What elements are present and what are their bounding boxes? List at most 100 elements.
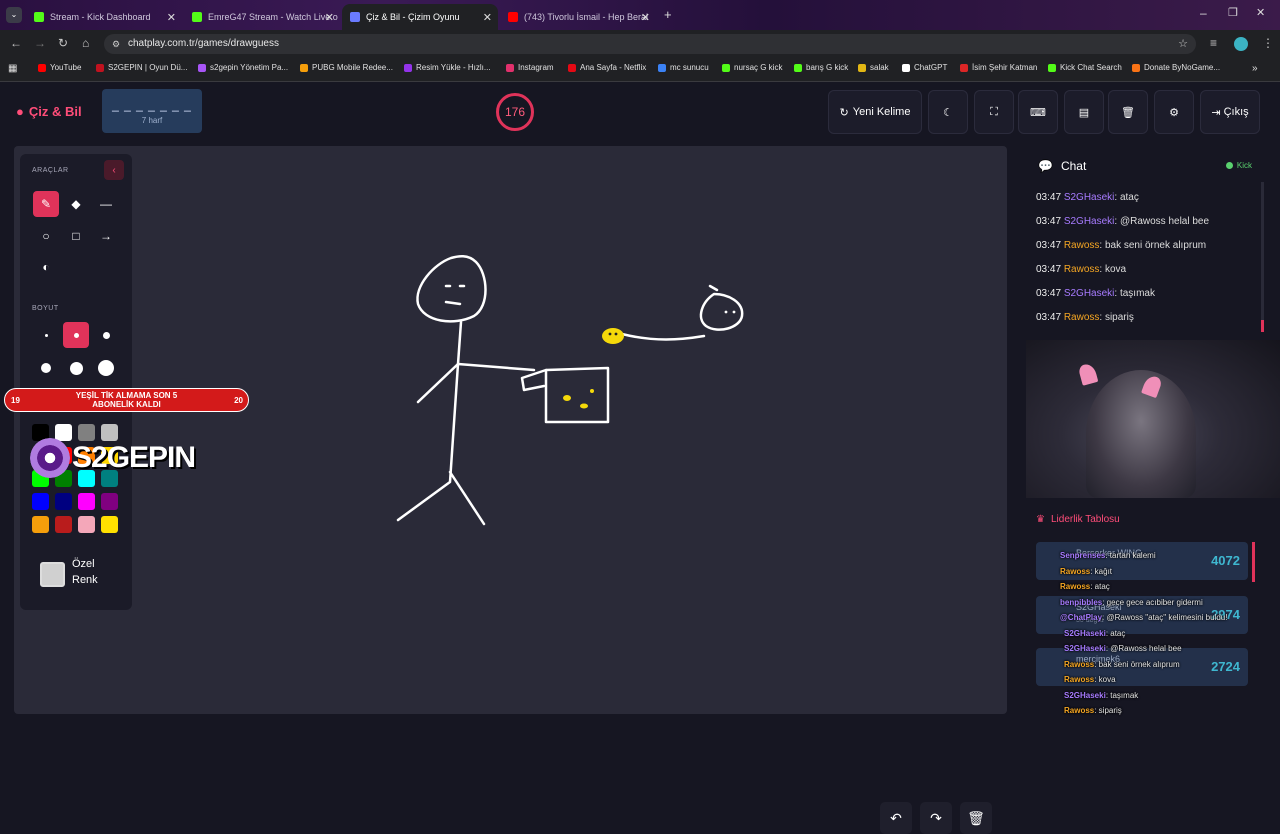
subscriber-goal-banner: 19 YEŞİL TİK ALMAMA SON 5 ABONELİK KALDI… (4, 388, 249, 412)
eraser-tool[interactable]: ◆ (63, 191, 89, 217)
minimize-icon[interactable]: – (1200, 6, 1207, 20)
clear-button[interactable]: 🗑 (1108, 90, 1148, 134)
tab-search-icon[interactable]: ⌄ (6, 7, 22, 23)
collapse-panel-button[interactable]: ‹ (104, 160, 124, 180)
extensions-icon[interactable]: ≡ (1210, 36, 1217, 50)
bookmark-item[interactable]: Resim Yükle - Hızlı... (404, 63, 491, 72)
url-text: chatplay.com.tr/games/drawguess (128, 38, 279, 49)
bookmark-item[interactable]: İsim Şehir Katman (960, 63, 1037, 72)
bookmark-item[interactable]: PUBG Mobile Redee... (300, 63, 393, 72)
new-tab-button[interactable]: + (664, 7, 672, 22)
color-swatch[interactable] (55, 516, 72, 533)
fullscreen-button[interactable]: ⛶ (974, 90, 1014, 134)
reload-icon[interactable]: ↻ (58, 36, 68, 50)
color-swatch[interactable] (32, 516, 49, 533)
size-xl[interactable] (63, 355, 89, 381)
streamer-logo-text: S2GEPIN (72, 441, 196, 474)
size-s[interactable] (63, 322, 89, 348)
apps-icon[interactable]: ▦ (8, 63, 17, 74)
color-swatch[interactable] (101, 493, 118, 510)
tab-youtube[interactable]: (743) Tivorlu İsmail - Hep Beral ✕ (500, 4, 656, 30)
leaderboard-scrollbar[interactable] (1252, 542, 1255, 582)
bookmark-item[interactable]: Instagram (506, 63, 554, 72)
redo-button[interactable]: ↷ (920, 802, 952, 834)
keyboard-button[interactable]: ⌨ (1018, 90, 1058, 134)
overlay-text: : bak seni örnek alıprum (1094, 659, 1180, 669)
new-word-button[interactable]: ↻ Yeni Kelime (828, 90, 922, 134)
eye-logo-icon (30, 438, 70, 478)
bookmark-item[interactable]: salak (858, 63, 889, 72)
url-input[interactable]: ⚙ chatplay.com.tr/games/drawguess ☆ (104, 34, 1196, 54)
profile-avatar[interactable] (1234, 37, 1248, 51)
bookmark-item[interactable]: s2gepin Yönetim Pa... (198, 63, 288, 72)
tab-kick-stream[interactable]: EmreG47 Stream - Watch Live o ✕ (184, 4, 340, 30)
color-swatch[interactable] (32, 493, 49, 510)
message-user[interactable]: Rawoss (1064, 264, 1100, 275)
bookmark-item[interactable]: S2GEPIN | Oyun Dü... (96, 63, 187, 72)
size-l[interactable] (33, 355, 59, 381)
message-user[interactable]: Rawoss (1064, 240, 1100, 251)
goal-text: YEŞİL TİK ALMAMA SON 5 ABONELİK KALDI (75, 391, 178, 409)
dot-icon (44, 333, 48, 337)
color-swatch[interactable] (55, 493, 72, 510)
app-header: ● Çiz & Bil _ _ _ _ _ _ _ 7 harf 176 ↻ Yen… (0, 84, 1280, 140)
bookmark-item[interactable]: ChatGPT (902, 63, 947, 72)
bookmark-item[interactable]: barış G kick (794, 63, 848, 72)
bookmark-item[interactable]: Kick Chat Search (1048, 63, 1122, 72)
undo-button[interactable]: ↶ (880, 802, 912, 834)
exit-button[interactable]: ⇥ Çıkış (1200, 90, 1260, 134)
restore-icon[interactable]: ❐ (1228, 6, 1238, 19)
circle-tool[interactable]: ○ (33, 223, 59, 249)
close-icon[interactable]: ✕ (483, 11, 492, 24)
close-icon[interactable]: ✕ (641, 11, 650, 24)
bookmarks-bar: ▦ YouTube S2GEPIN | Oyun Dü... s2gepin Y… (0, 58, 1280, 82)
tab-ciz-bil[interactable]: Çiz & Bil - Çizim Oyunu ✕ (342, 4, 498, 30)
line-tool[interactable]: — (93, 191, 119, 217)
theme-toggle-button[interactable]: ☾ (928, 90, 968, 134)
scroll-thumb[interactable] (1261, 320, 1264, 332)
message-user[interactable]: Rawoss (1064, 312, 1100, 323)
rectangle-tool[interactable]: □ (63, 223, 89, 249)
bookmark-label: PUBG Mobile Redee... (312, 63, 393, 72)
bookmark-item[interactable]: Ana Sayfa - Netflix (568, 63, 646, 72)
custom-color-button[interactable]: Özel Renk (32, 556, 122, 596)
bookmark-star-icon[interactable]: ☆ (1178, 34, 1188, 54)
pencil-tool[interactable]: ✎ (33, 191, 59, 217)
bookmark-item[interactable]: nursaç G kick (722, 63, 782, 72)
tab-kick-dashboard[interactable]: Stream - Kick Dashboard ✕ (26, 4, 182, 30)
menu-icon[interactable]: ⋮ (1262, 36, 1274, 50)
bookmark-item[interactable]: Donate ByNoGame... (1132, 63, 1220, 72)
chat-scrollbar[interactable] (1261, 182, 1264, 332)
archive-button[interactable]: ▤ (1064, 90, 1104, 134)
size-xxl[interactable] (93, 355, 119, 381)
message-user[interactable]: S2GHaseki (1064, 216, 1115, 227)
settings-button[interactable]: ⚙ (1154, 90, 1194, 134)
back-icon[interactable]: ← (10, 36, 22, 50)
bookmark-label: Resim Yükle - Hızlı... (416, 63, 491, 72)
forward-icon[interactable]: → (34, 36, 46, 50)
overlay-chat-line: S2GHaseki: ataç (1064, 629, 1125, 638)
bookmark-item[interactable]: YouTube (38, 63, 81, 72)
size-xs[interactable] (33, 322, 59, 348)
app-logo[interactable]: ● Çiz & Bil (16, 104, 82, 119)
overlay-chat-line: Rawoss: ataç (1060, 582, 1110, 591)
arrow-tool[interactable]: → (93, 223, 119, 249)
home-icon[interactable]: ⌂ (82, 36, 89, 50)
color-swatch[interactable] (78, 516, 95, 533)
message-user[interactable]: S2GHaseki (1064, 192, 1115, 203)
size-m[interactable] (93, 322, 119, 348)
color-swatch[interactable] (78, 493, 95, 510)
window-close-icon[interactable]: ✕ (1256, 6, 1265, 19)
close-icon[interactable]: ✕ (325, 11, 334, 24)
bookmark-label: s2gepin Yönetim Pa... (210, 63, 289, 72)
site-info-icon[interactable]: ⚙ (112, 34, 120, 54)
more-bookmarks-icon[interactable]: » (1252, 63, 1258, 74)
message-user[interactable]: S2GHaseki (1064, 288, 1115, 299)
overlay-text: : sipariş (1094, 706, 1122, 715)
drawing-canvas[interactable]: ↶ ↷ 🗑 (14, 146, 1007, 834)
close-icon[interactable]: ✕ (167, 11, 176, 24)
color-swatch[interactable] (101, 516, 118, 533)
fill-tool[interactable]: ◐ (33, 254, 59, 280)
clear-canvas-button[interactable]: 🗑 (960, 802, 992, 834)
bookmark-item[interactable]: mc sunucu (658, 63, 709, 72)
